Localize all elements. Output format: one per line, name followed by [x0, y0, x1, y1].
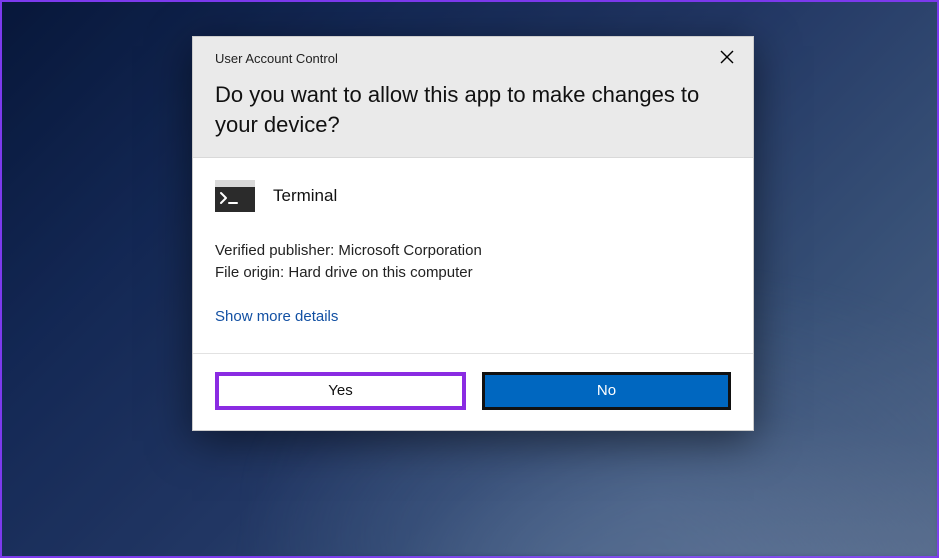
dialog-question: Do you want to allow this app to make ch… — [215, 80, 731, 139]
yes-button[interactable]: Yes — [215, 372, 466, 410]
publisher-label: Verified publisher: — [215, 242, 334, 259]
dialog-header: User Account Control Do you want to allo… — [193, 37, 753, 158]
dialog-footer: Yes No — [193, 353, 753, 430]
origin-value: Hard drive on this computer — [288, 264, 472, 281]
verified-publisher-row: Verified publisher: Microsoft Corporatio… — [215, 240, 731, 262]
show-more-details-link[interactable]: Show more details — [215, 308, 338, 325]
app-name: Terminal — [273, 186, 337, 206]
uac-dialog: User Account Control Do you want to allo… — [192, 36, 754, 431]
dialog-body: Terminal Verified publisher: Microsoft C… — [193, 158, 753, 353]
publisher-value: Microsoft Corporation — [338, 242, 481, 259]
close-icon — [720, 50, 734, 64]
uac-label: User Account Control — [215, 51, 731, 66]
close-button[interactable] — [711, 45, 743, 69]
app-row: Terminal — [215, 180, 731, 212]
file-origin-row: File origin: Hard drive on this computer — [215, 262, 731, 284]
publisher-info: Verified publisher: Microsoft Corporatio… — [215, 240, 731, 284]
terminal-icon — [215, 180, 255, 212]
origin-label: File origin: — [215, 264, 284, 281]
no-button[interactable]: No — [482, 372, 731, 410]
